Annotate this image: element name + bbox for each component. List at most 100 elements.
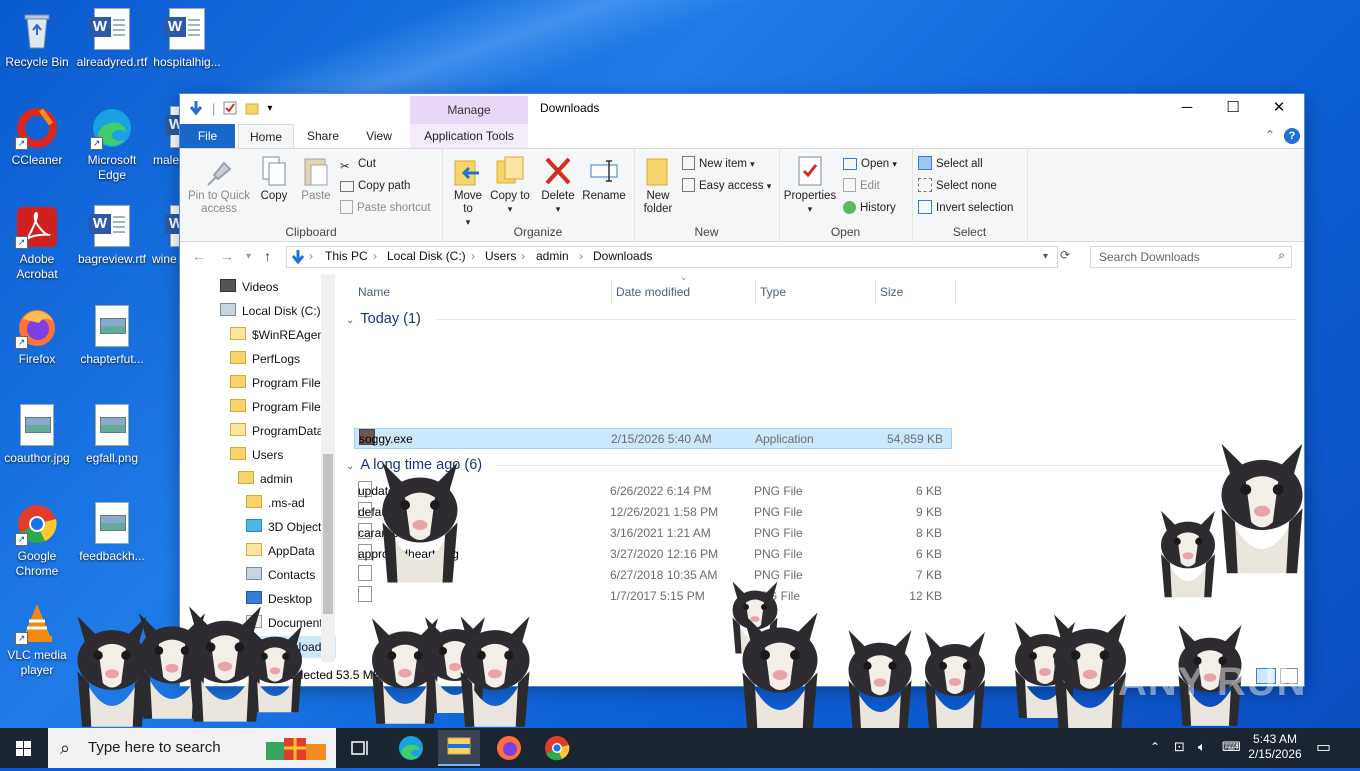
taskbar-explorer-button[interactable]: [438, 730, 480, 766]
taskbar-chrome-button[interactable]: [536, 732, 578, 764]
new-folder-button[interactable]: New folder: [638, 153, 678, 216]
chevron-down-icon[interactable]: ▾: [267, 103, 272, 114]
desktop-icon-hospitalhig[interactable]: W hospitalhig...: [150, 8, 224, 70]
breadcrumb-this-pc[interactable]: This PC: [325, 249, 368, 263]
notifications-icon[interactable]: ▭: [1316, 737, 1331, 757]
breadcrumb-admin[interactable]: admin: [536, 249, 569, 263]
copy-button[interactable]: Copy: [256, 153, 292, 203]
file-row[interactable]: carart.png 3/16/2021 1:21 AM PNG File 8 …: [354, 523, 952, 544]
close-button[interactable]: ✕: [1256, 94, 1302, 124]
tab-file[interactable]: File: [180, 124, 235, 148]
desktop-icon-chrome[interactable]: ↗ Google Chrome: [0, 502, 74, 579]
nav-scrollbar-thumb[interactable]: [323, 454, 333, 614]
nav-desktop[interactable]: Desktop: [246, 588, 312, 610]
tab-home[interactable]: Home: [238, 124, 294, 149]
desktop-icon-acrobat[interactable]: ↗ Adobe Acrobat: [0, 205, 74, 282]
breadcrumb-downloads[interactable]: Downloads: [593, 249, 652, 263]
desktop-icon-vlc[interactable]: ↗ VLC media player: [0, 601, 74, 678]
back-button[interactable]: ←: [192, 248, 206, 264]
column-header-date[interactable]: Date modified: [612, 280, 756, 304]
nav-appdata[interactable]: AppData: [246, 540, 315, 562]
desktop-icon-edge[interactable]: ↗ Microsoft Edge: [75, 106, 149, 183]
column-header-size[interactable]: Size: [876, 280, 956, 304]
desktop-icon-egfall[interactable]: egfall.png: [75, 404, 149, 466]
tab-manage[interactable]: Manage: [410, 96, 528, 124]
collapse-ribbon-icon[interactable]: ⌃: [1265, 128, 1275, 142]
move-to-button[interactable]: Move to ▾: [448, 153, 488, 229]
desktop-icon-male[interactable]: W male: [150, 106, 180, 168]
paste-shortcut-button[interactable]: Paste shortcut: [340, 199, 431, 217]
open-button[interactable]: Open ▾: [843, 155, 897, 173]
clock[interactable]: 5:43 AM 2/15/2026: [1246, 732, 1304, 762]
network-icon[interactable]: ⊡: [1174, 739, 1185, 755]
properties-icon[interactable]: [223, 101, 237, 115]
tab-application-tools[interactable]: Application Tools: [410, 124, 528, 148]
delete-button[interactable]: Delete ▾: [538, 153, 578, 216]
edit-button[interactable]: Edit: [843, 177, 880, 195]
nav-users[interactable]: Users: [230, 444, 283, 466]
desktop-icon-coauthor[interactable]: coauthor.jpg: [0, 404, 74, 466]
properties-button[interactable]: Properties ▾: [781, 153, 839, 216]
nav-programdata[interactable]: ProgramData: [230, 420, 323, 442]
file-row[interactable]: 1/7/2017 5:15 PM JPG File 12 KB: [354, 586, 952, 607]
show-hidden-icons-chevron[interactable]: ⌃: [1150, 740, 1160, 754]
file-row-soggy-exe[interactable]: soggy.exe 2/15/2026 5:40 AM Application …: [354, 428, 952, 449]
up-button[interactable]: ↑: [264, 248, 271, 264]
nav-3d-objects[interactable]: 3D Objects: [246, 516, 327, 538]
desktop-icon-chapterfut[interactable]: chapterfut...: [75, 305, 149, 367]
desktop-icon-bagreview[interactable]: W bagreview.rtf: [75, 205, 149, 267]
file-row[interactable]: approvedheart.png 3/27/2020 12:16 PM PNG…: [354, 544, 952, 565]
copy-to-button[interactable]: Copy to ▾: [490, 153, 530, 216]
copy-path-button[interactable]: Copy path: [340, 177, 410, 195]
desktop-icon-feedbackh[interactable]: feedbackh...: [75, 502, 149, 564]
maximize-button[interactable]: ☐: [1210, 94, 1256, 124]
new-item-button[interactable]: New item ▾: [682, 155, 755, 173]
nav-contacts[interactable]: Contacts: [246, 564, 315, 586]
refresh-icon[interactable]: ⟳: [1060, 248, 1070, 262]
tab-view[interactable]: View: [356, 124, 402, 148]
new-folder-icon[interactable]: [245, 101, 259, 115]
desktop-icon-firefox[interactable]: ↗ Firefox: [0, 305, 74, 367]
history-button[interactable]: History: [843, 199, 896, 217]
input-indicator-icon[interactable]: ⌨︎: [1222, 739, 1241, 755]
desktop-icon-ccleaner[interactable]: ↗ CCleaner: [0, 106, 74, 168]
nav-videos[interactable]: Videos: [220, 276, 278, 298]
address-dropdown-icon[interactable]: ▾: [1043, 251, 1048, 262]
address-bar[interactable]: › This PC › Local Disk (C:) › Users › ad…: [286, 246, 1058, 268]
cut-button[interactable]: ✂ Cut: [340, 155, 376, 173]
volume-icon[interactable]: 🔈︎: [1198, 739, 1206, 755]
taskbar-edge-button[interactable]: [390, 732, 432, 764]
task-view-button[interactable]: [340, 732, 382, 764]
nav-documents[interactable]: Documents: [246, 612, 329, 634]
search-input[interactable]: Search Downloads ⌕: [1090, 246, 1292, 268]
file-row[interactable]: updatedword.png 6/26/2022 6:14 PM PNG Fi…: [354, 481, 952, 502]
desktop-icon-wine[interactable]: W wine: [150, 205, 180, 267]
start-button[interactable]: [0, 728, 48, 768]
help-icon[interactable]: ?: [1284, 128, 1300, 144]
select-none-button[interactable]: Select none: [918, 177, 997, 195]
nav-local-disk[interactable]: Local Disk (C:): [220, 300, 321, 322]
desktop-icon-alreadyred[interactable]: W alreadyred.rtf: [75, 8, 149, 70]
taskbar-search-input[interactable]: ⌕ Type here to search: [48, 728, 336, 768]
nav-program-files-x86[interactable]: Program Files: [230, 396, 327, 418]
recent-locations-icon[interactable]: ▾: [246, 251, 251, 262]
down-arrow-icon[interactable]: [188, 100, 204, 116]
forward-button[interactable]: →: [220, 248, 234, 264]
column-header-name[interactable]: Name: [354, 280, 612, 304]
select-all-button[interactable]: Select all: [918, 155, 983, 173]
breadcrumb-local-disk[interactable]: Local Disk (C:): [387, 249, 466, 263]
taskbar-firefox-button[interactable]: [488, 732, 530, 764]
rename-button[interactable]: Rename: [582, 153, 626, 203]
nav-perflogs[interactable]: PerfLogs: [230, 348, 300, 370]
paste-button[interactable]: Paste: [298, 153, 334, 203]
nav-admin[interactable]: admin: [238, 468, 293, 490]
invert-selection-button[interactable]: Invert selection: [918, 199, 1013, 217]
pin-quick-access-button[interactable]: Pin to Quick access: [186, 153, 252, 216]
breadcrumb-users[interactable]: Users: [485, 249, 516, 263]
nav-ms-ad[interactable]: .ms-ad: [246, 492, 305, 514]
tab-share[interactable]: Share: [300, 124, 346, 148]
group-header-today[interactable]: ⌄ Today (1): [346, 308, 1296, 330]
nav-winreagent[interactable]: $WinREAgent: [230, 324, 327, 346]
column-header-type[interactable]: Type: [756, 280, 876, 304]
file-row[interactable]: 6/27/2018 10:35 AM PNG File 7 KB: [354, 565, 952, 586]
